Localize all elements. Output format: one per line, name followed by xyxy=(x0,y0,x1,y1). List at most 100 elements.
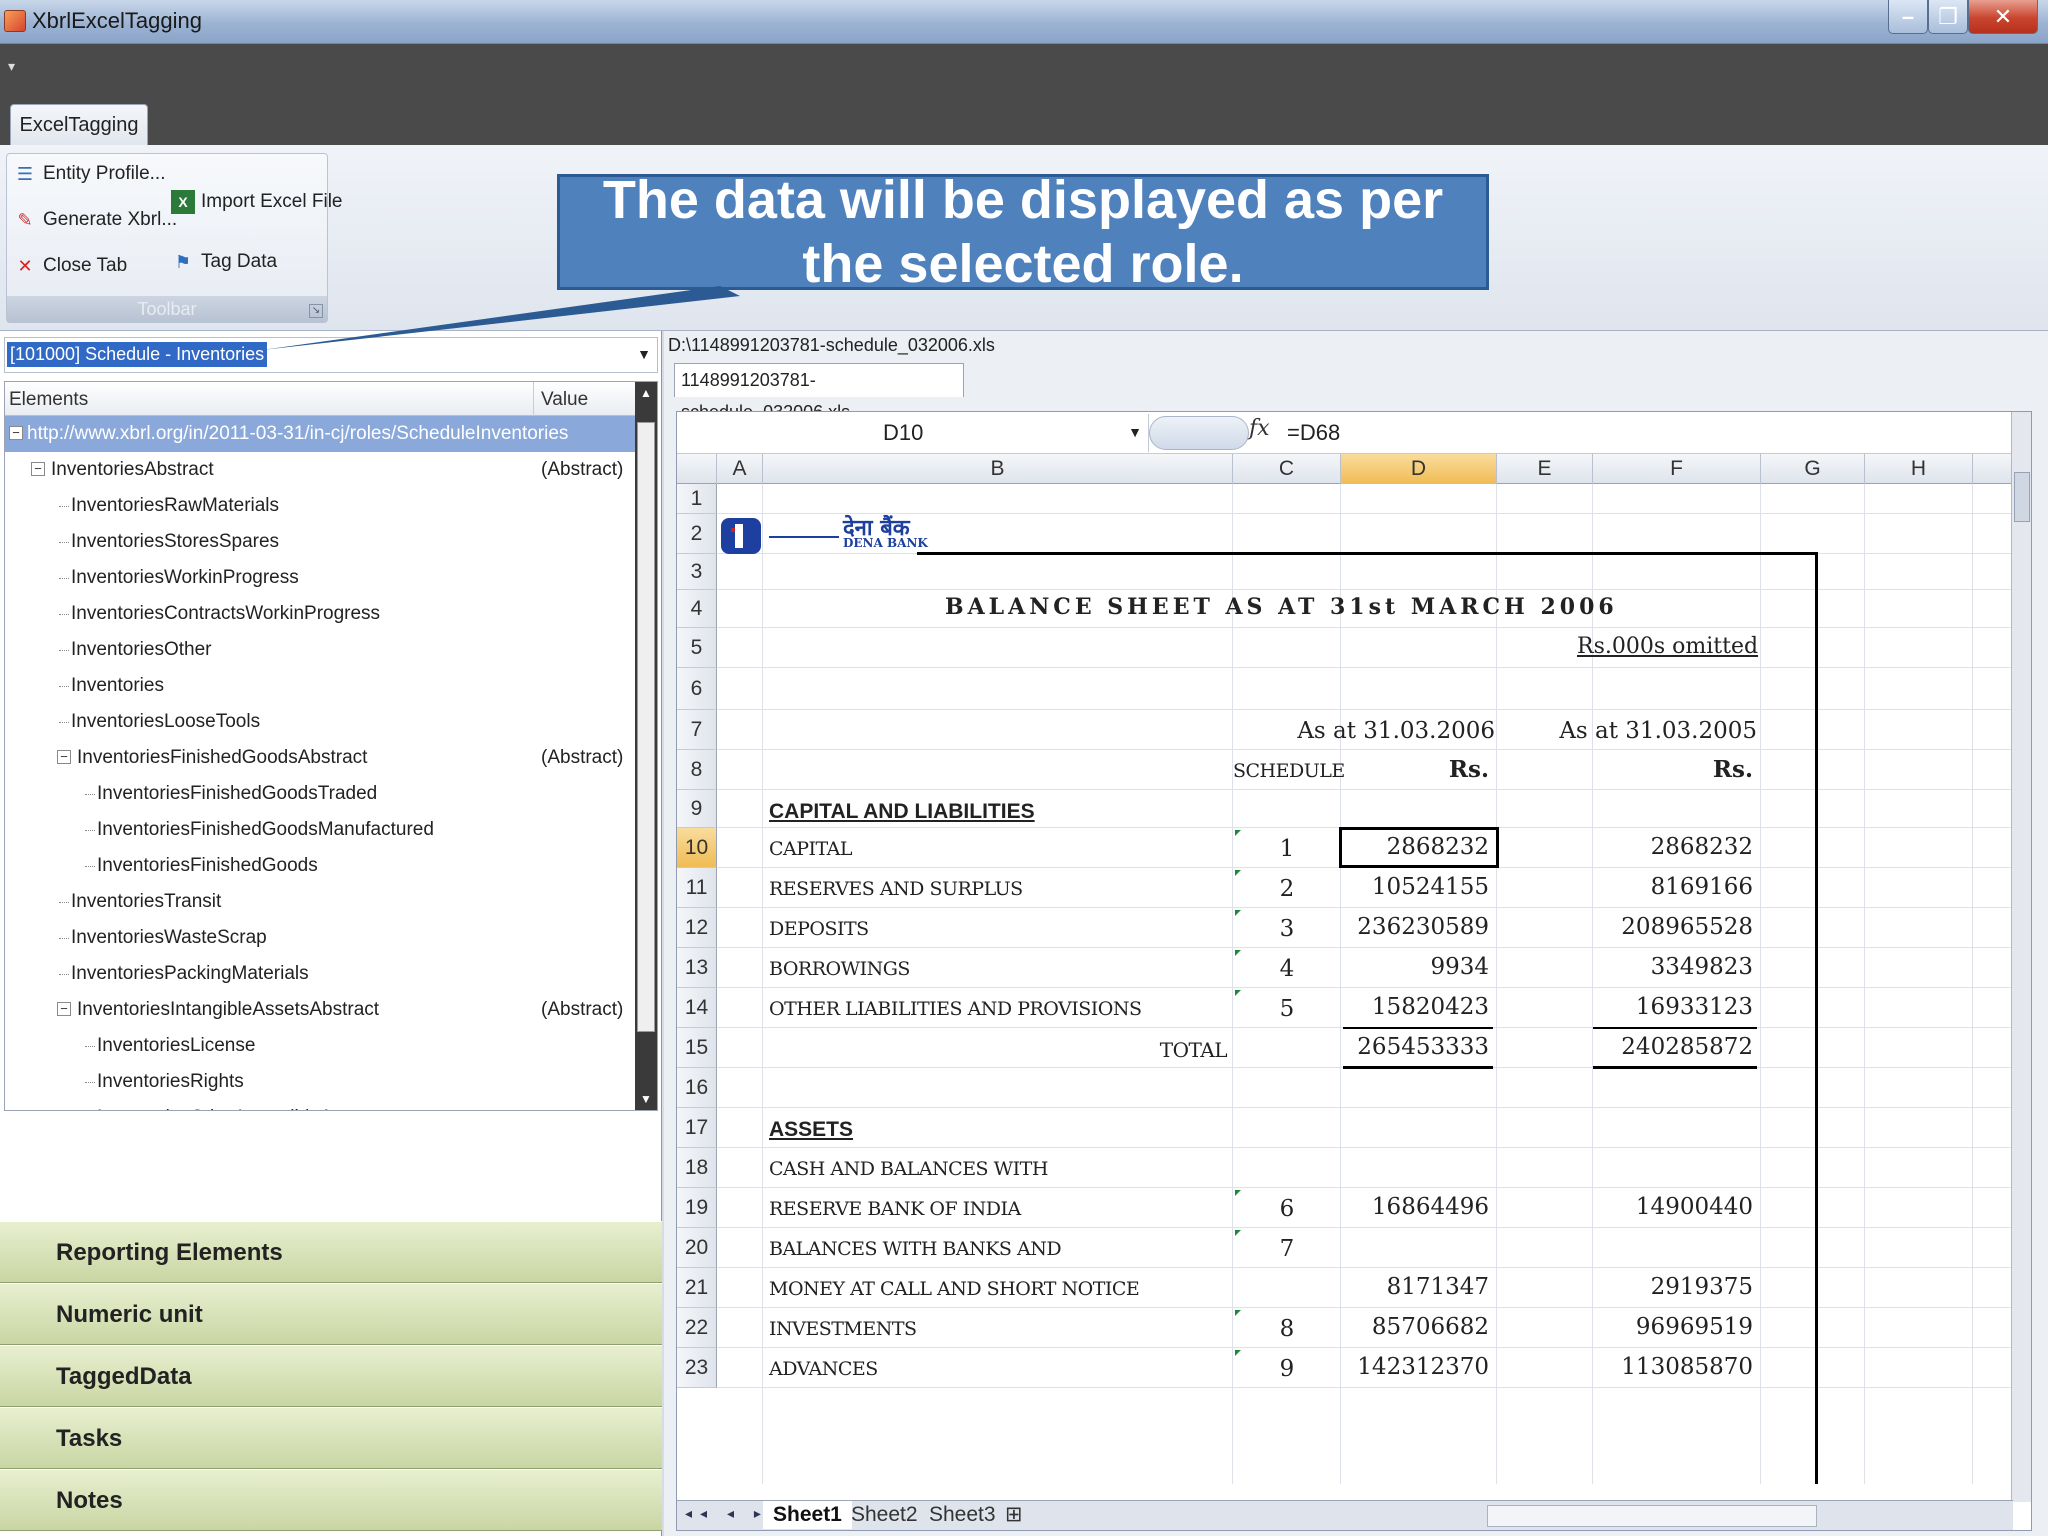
chevron-down-icon[interactable]: ▼ xyxy=(637,346,651,362)
vertical-scrollbar[interactable] xyxy=(2011,412,2031,1502)
accordion-item[interactable]: Notes xyxy=(0,1469,662,1531)
sheet-tab-3[interactable]: Sheet3 xyxy=(919,1501,1006,1529)
value-2005: 8169166 xyxy=(1650,874,1753,900)
tree-root[interactable]: − http://www.xbrl.org/in/2011-03-31/in-c… xyxy=(5,416,635,452)
tree-item[interactable]: InventoriesWorkinProgress xyxy=(5,560,635,596)
row-header[interactable]: 11 xyxy=(677,868,717,908)
row-header[interactable]: 10 xyxy=(677,828,717,868)
row-header[interactable]: 2 xyxy=(677,514,717,554)
tree-item[interactable]: InventoriesRawMaterials xyxy=(5,488,635,524)
qat-dropdown-icon[interactable]: ▾ xyxy=(8,58,15,75)
collapse-icon[interactable]: − xyxy=(9,426,23,440)
tree-item[interactable]: InventoriesLooseTools xyxy=(5,704,635,740)
selected-cell-d10[interactable] xyxy=(1339,827,1499,868)
import-excel-button[interactable]: X Import Excel File xyxy=(171,190,342,214)
row-header[interactable]: 16 xyxy=(677,1068,717,1108)
tree-item[interactable]: InventoriesFinishedGoodsManufactured xyxy=(5,812,635,848)
row-header[interactable]: 13 xyxy=(677,948,717,988)
insert-sheet-icon[interactable]: ⊞ xyxy=(995,1501,1033,1529)
row-header[interactable]: 20 xyxy=(677,1228,717,1268)
name-box[interactable]: D10 ▼ xyxy=(677,414,1149,452)
dialog-launcher-icon[interactable]: ↘ xyxy=(309,304,323,318)
sheet-tab-1[interactable]: Sheet1 xyxy=(763,1501,852,1529)
row-header[interactable]: 9 xyxy=(677,790,717,828)
maximize-button[interactable]: ❐ xyxy=(1928,0,1968,34)
tree-item[interactable]: InventoriesContractsWorkinProgress xyxy=(5,596,635,632)
scroll-thumb[interactable] xyxy=(637,422,655,1032)
formula-bar: D10 ▼ fx =D68 xyxy=(677,412,2013,454)
tree-item[interactable]: InventoriesTransit xyxy=(5,884,635,920)
tree-item[interactable]: − InventoriesAbstract (Abstract) xyxy=(5,452,635,488)
close-tab-button[interactable]: ✕ Close Tab xyxy=(13,254,127,278)
close-window-button[interactable]: ✕ xyxy=(1968,0,2038,34)
minimize-button[interactable]: – xyxy=(1888,0,1928,34)
accordion-item[interactable]: Reporting Elements xyxy=(0,1221,662,1283)
row-header[interactable]: 7 xyxy=(677,710,717,750)
row-header[interactable]: 19 xyxy=(677,1188,717,1228)
select-all-corner[interactable] xyxy=(677,454,717,484)
column-header-c[interactable]: C xyxy=(1233,454,1341,484)
row-header[interactable]: 1 xyxy=(677,484,717,514)
accordion-item[interactable]: TaggedData xyxy=(0,1345,662,1407)
row-header[interactable]: 17 xyxy=(677,1108,717,1148)
tree-item[interactable]: InventoriesFinishedGoodsTraded xyxy=(5,776,635,812)
row-header[interactable]: 6 xyxy=(677,668,717,710)
tree-item[interactable]: InventoriesRights xyxy=(5,1064,635,1100)
bank-name: DENA BANK xyxy=(843,536,928,550)
tag-data-button[interactable]: ⚑ Tag Data xyxy=(171,250,277,274)
row-header[interactable]: 5 xyxy=(677,628,717,668)
value-2005: 113085870 xyxy=(1621,1354,1753,1380)
collapse-icon[interactable]: − xyxy=(57,1002,71,1016)
accordion-item[interactable]: Tasks xyxy=(0,1407,662,1469)
column-header-b[interactable]: B xyxy=(763,454,1233,484)
tree-item[interactable]: InventoriesOtherIntangibleAssets xyxy=(5,1100,635,1110)
tree-item[interactable]: InventoriesStoresSpares xyxy=(5,524,635,560)
entity-profile-button[interactable]: ☰ Entity Profile... xyxy=(13,162,166,186)
accordion-item[interactable]: Numeric unit xyxy=(0,1283,662,1345)
tree-item[interactable]: − InventoriesFinishedGoodsAbstract (Abstra… xyxy=(5,740,635,776)
tree-scrollbar[interactable]: ▲ ▼ xyxy=(635,382,657,1110)
row-header[interactable]: 8 xyxy=(677,750,717,790)
tree-item[interactable]: InventoriesOther xyxy=(5,632,635,668)
tree-item[interactable]: InventoriesWasteScrap xyxy=(5,920,635,956)
comment-marker xyxy=(1235,910,1241,916)
column-header-d[interactable]: D xyxy=(1341,454,1497,484)
sheet-tab-2[interactable]: Sheet2 xyxy=(841,1501,928,1529)
column-header-f[interactable]: F xyxy=(1593,454,1761,484)
column-header-a[interactable]: A xyxy=(717,454,763,484)
comment-marker xyxy=(1235,950,1241,956)
tree-item[interactable]: InventoriesLicense xyxy=(5,1028,635,1064)
row-header[interactable]: 4 xyxy=(677,590,717,628)
row-header[interactable]: 22 xyxy=(677,1308,717,1348)
row-header[interactable]: 12 xyxy=(677,908,717,948)
row-header[interactable]: 14 xyxy=(677,988,717,1028)
generate-xbrl-button[interactable]: ✎ Generate Xbrl... xyxy=(13,208,177,232)
column-header-h[interactable]: H xyxy=(1865,454,1973,484)
function-icon[interactable]: fx xyxy=(1249,416,1270,441)
row-header[interactable]: 23 xyxy=(677,1348,717,1388)
tree-item[interactable]: Inventories xyxy=(5,668,635,704)
tree-item[interactable]: InventoriesPackingMaterials xyxy=(5,956,635,992)
row-header[interactable]: 18 xyxy=(677,1148,717,1188)
document-tab[interactable]: 114899120378​1-schedule_032006.xls xyxy=(674,363,964,422)
tree-item[interactable]: − InventoriesIntangibleAssetsAbstract (Abs… xyxy=(5,992,635,1028)
collapse-icon[interactable]: − xyxy=(31,462,45,476)
column-header-e[interactable]: E xyxy=(1497,454,1593,484)
column-elements[interactable]: Elements xyxy=(9,389,88,411)
chevron-down-icon[interactable]: ▼ xyxy=(1128,424,1142,440)
column-value[interactable]: Value xyxy=(541,389,588,411)
collapse-icon[interactable]: − xyxy=(57,750,71,764)
cell-grid[interactable]: 1 2 3 4 5 6 7 8 9 10 11 12 13 14 15 16 17 18 19 20 21 22 23 देन… xyxy=(677,484,2013,1484)
formula-input[interactable]: =D68 xyxy=(1287,420,1340,446)
row-header[interactable]: 21 xyxy=(677,1268,717,1308)
tab-exceltagging[interactable]: ExcelTagging xyxy=(10,104,148,146)
horizontal-scrollbar[interactable] xyxy=(1487,1505,1817,1527)
column-header-g[interactable]: G xyxy=(1761,454,1865,484)
scroll-up-icon[interactable]: ▲ xyxy=(635,382,657,404)
tree-item[interactable]: InventoriesFinishedGoods xyxy=(5,848,635,884)
scroll-down-icon[interactable]: ▼ xyxy=(635,1088,657,1110)
row-header[interactable]: 15 xyxy=(677,1028,717,1068)
row-header[interactable]: 3 xyxy=(677,554,717,590)
role-dropdown[interactable]: [101000] Schedule - Inventories ▼ xyxy=(4,337,658,373)
tree-item-label: InventoriesTransit xyxy=(71,891,222,912)
